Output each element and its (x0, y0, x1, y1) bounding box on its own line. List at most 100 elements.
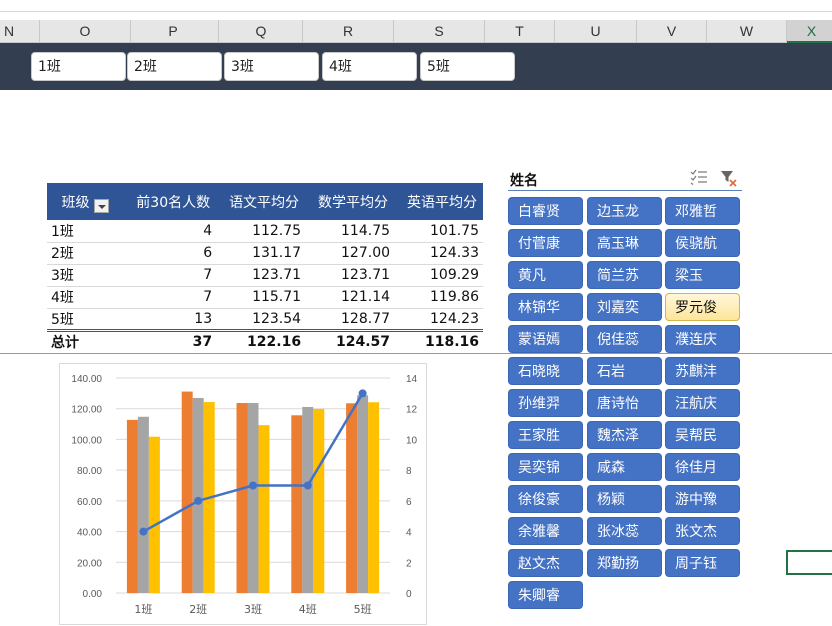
pivot-cell[interactable]: 114.75 (305, 220, 395, 243)
slicer-item[interactable]: 杨颖 (587, 485, 662, 513)
slicer-item[interactable]: 王家胜 (508, 421, 583, 449)
pivot-cell[interactable]: 4班 (47, 286, 123, 309)
pivot-cell[interactable]: 109.29 (394, 264, 483, 287)
slicer-item[interactable]: 吴帮民 (665, 421, 740, 449)
slicer-item[interactable]: 黄凡 (508, 261, 583, 289)
pivot-cell[interactable]: 128.77 (305, 308, 395, 331)
class-button-2[interactable]: 2班 (127, 52, 222, 81)
column-header-w[interactable]: W (707, 20, 787, 43)
slicer-item[interactable]: 张文杰 (665, 517, 740, 545)
pivot-cell[interactable]: 总计 (47, 328, 123, 352)
class-button-4[interactable]: 4班 (322, 52, 417, 81)
pivot-row: 1班 4 112.75 114.75 101.75 (47, 220, 483, 243)
slicer-item[interactable]: 余雅馨 (508, 517, 583, 545)
slicer-item[interactable]: 郑勤扬 (587, 549, 662, 577)
class-button-5[interactable]: 5班 (420, 52, 515, 81)
pivot-cell[interactable]: 124.33 (394, 242, 483, 265)
pivot-cell[interactable]: 121.14 (305, 286, 395, 309)
slicer-item[interactable]: 白睿贤 (508, 197, 583, 225)
class-button-1[interactable]: 1班 (31, 52, 126, 81)
slicer-item[interactable]: 徐俊豪 (508, 485, 583, 513)
bar-数学平均分 (192, 397, 204, 593)
pivot-cell[interactable]: 112.75 (216, 220, 306, 243)
column-header-q[interactable]: Q (220, 20, 303, 43)
column-header-s[interactable]: S (394, 20, 485, 43)
slicer-item[interactable]: 蒙语嫣 (508, 325, 583, 353)
pivot-cell[interactable]: 2班 (47, 242, 123, 265)
column-header-r[interactable]: R (303, 20, 394, 43)
slicer-item[interactable]: 侯骁航 (665, 229, 740, 257)
clear-filter-icon[interactable] (720, 169, 738, 187)
pivot-cell[interactable]: 37 (123, 328, 217, 352)
pivot-cell[interactable]: 123.71 (305, 264, 395, 287)
slicer-item[interactable]: 游中豫 (665, 485, 740, 513)
column-header-t[interactable]: T (485, 20, 555, 43)
multi-select-icon[interactable] (690, 169, 708, 185)
pivot-header-class: 班级 (47, 183, 123, 220)
pivot-cell[interactable]: 124.57 (305, 328, 395, 352)
pivot-cell[interactable]: 7 (123, 286, 217, 309)
pivot-cell[interactable]: 131.17 (216, 242, 306, 265)
class-button-3[interactable]: 3班 (224, 52, 319, 81)
pivot-cell[interactable]: 13 (123, 308, 217, 331)
pivot-cell[interactable]: 4 (123, 220, 217, 243)
slicer-item[interactable]: 简兰苏 (587, 261, 662, 289)
pivot-cell[interactable]: 127.00 (305, 242, 395, 265)
slicer-item[interactable]: 石晓晓 (508, 357, 583, 385)
pivot-cell[interactable]: 115.71 (216, 286, 306, 309)
slicer-item[interactable]: 唐诗怡 (587, 389, 662, 417)
column-header-v[interactable]: V (637, 20, 707, 43)
slicer-item[interactable]: 汪航庆 (665, 389, 740, 417)
slicer-item[interactable]: 吴奕锦 (508, 453, 583, 481)
slicer-item[interactable]: 朱卿睿 (508, 581, 583, 609)
slicer-item[interactable]: 高玉琳 (587, 229, 662, 257)
bar-英语平均分 (148, 436, 160, 593)
slicer-item[interactable]: 周子钰 (665, 549, 740, 577)
pivot-cell[interactable]: 122.16 (216, 328, 306, 352)
pivot-cell[interactable]: 5班 (47, 308, 123, 331)
column-header-u[interactable]: U (555, 20, 637, 43)
column-header-n[interactable]: N (0, 20, 40, 43)
filter-dropdown-icon[interactable] (93, 198, 109, 213)
pivot-cell[interactable]: 101.75 (394, 220, 483, 243)
pivot-cell[interactable]: 123.54 (216, 308, 306, 331)
pivot-header-label: 班级 (61, 194, 90, 211)
chart-svg: 0.00 20.00 40.00 60.00 80.00 100.00 120.00 140.… (71, 374, 417, 616)
y-left-tick-label: 140.00 (71, 374, 102, 385)
column-header-p[interactable]: P (128, 20, 219, 43)
pivot-cell[interactable]: 124.23 (394, 308, 483, 331)
column-header-x[interactable]: X (787, 20, 832, 43)
slicer-item[interactable]: 石岩 (587, 357, 662, 385)
slicer-item[interactable]: 赵文杰 (508, 549, 583, 577)
combo-chart[interactable]: 0.00 20.00 40.00 60.00 80.00 100.00 120.00 140.… (59, 363, 427, 625)
slicer-item[interactable]: 濮连庆 (665, 325, 740, 353)
slicer-item[interactable]: 孙维羿 (508, 389, 583, 417)
slicer-item[interactable]: 付菅康 (508, 229, 583, 257)
slicer-item[interactable]: 魏杰泽 (587, 421, 662, 449)
slicer-item[interactable]: 梁玉 (665, 261, 740, 289)
pivot-header-math: 数学平均分 (305, 183, 395, 220)
slicer-item[interactable]: 边玉龙 (587, 197, 662, 225)
x-tick-label: 5班 (354, 603, 372, 616)
active-cell-selection[interactable] (786, 550, 832, 575)
slicer-item[interactable]: 倪佳蕊 (587, 325, 662, 353)
pivot-cell[interactable]: 123.71 (216, 264, 306, 287)
slicer-item[interactable]: 张冰蕊 (587, 517, 662, 545)
slicer-item[interactable]: 徐佳月 (665, 453, 740, 481)
pivot-cell[interactable]: 119.86 (394, 286, 483, 309)
slicer-item[interactable]: 林锦华 (508, 293, 583, 321)
pivot-header-row: 班级 前30名人数 语文平均分 数学平均分 英语平均分 (47, 183, 483, 220)
slicer-item[interactable]: 刘嘉奕 (587, 293, 662, 321)
slicer-item[interactable]: 罗元俊 (665, 293, 740, 321)
slicer-item[interactable]: 咸森 (587, 453, 662, 481)
pivot-cell[interactable]: 7 (123, 264, 217, 287)
pivot-cell[interactable]: 6 (123, 242, 217, 265)
bar-英语平均分 (258, 425, 270, 593)
line-point (249, 481, 257, 490)
pivot-cell[interactable]: 118.16 (394, 328, 483, 352)
pivot-cell[interactable]: 3班 (47, 264, 123, 287)
pivot-cell[interactable]: 1班 (47, 220, 123, 243)
column-header-o[interactable]: O (40, 20, 131, 43)
slicer-item[interactable]: 邓雅哲 (665, 197, 740, 225)
slicer-item[interactable]: 苏麒沣 (665, 357, 740, 385)
